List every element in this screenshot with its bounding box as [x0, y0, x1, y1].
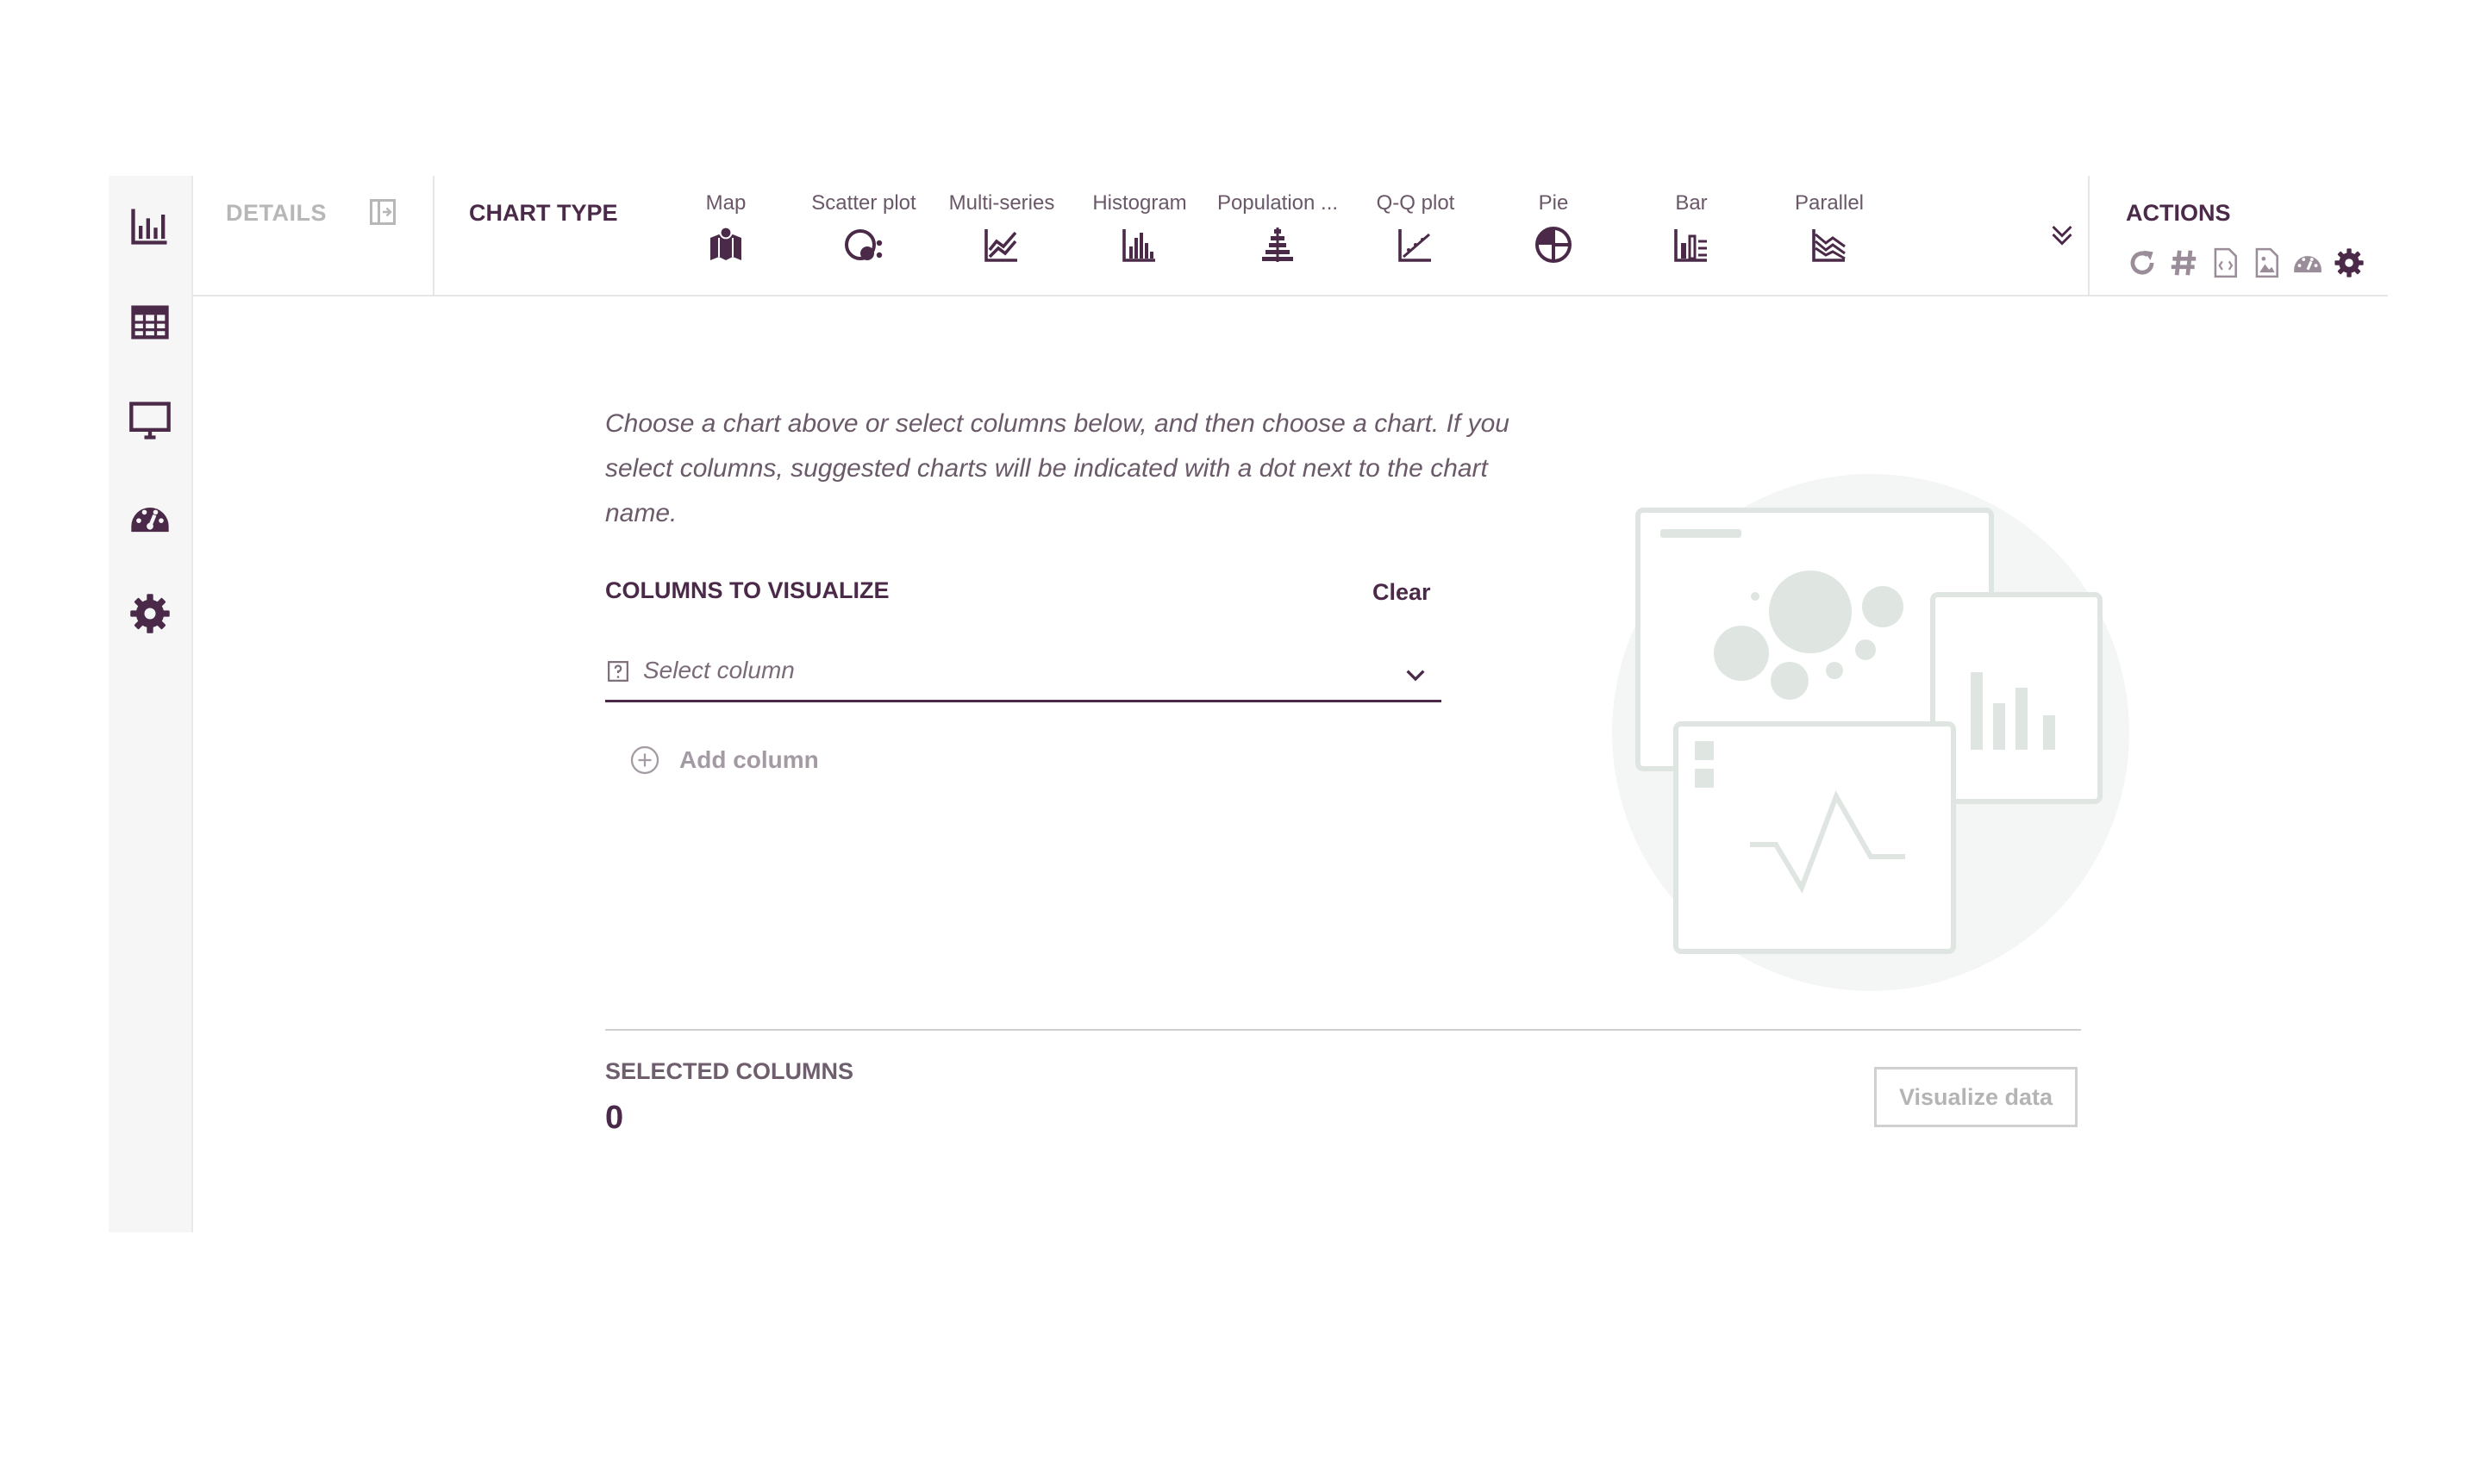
expand-panel-icon[interactable] — [367, 196, 398, 228]
chart-type-label-qq-plot: Q-Q plot — [1376, 191, 1455, 215]
columns-to-visualize-title: COLUMNS TO VISUALIZE — [605, 577, 890, 603]
intro-text: Choose a chart above or select columns b… — [605, 409, 1509, 527]
chart-type-multi-series[interactable]: Multi-series — [933, 191, 1071, 277]
details-panel-header: DETAILS — [191, 176, 434, 295]
unknown-type-icon — [608, 661, 628, 682]
toolbar: DETAILS CHART TYPE Map Scatter plot Mult… — [191, 176, 2388, 296]
chart-type-label-scatter: Scatter plot — [811, 191, 916, 215]
image-file-icon[interactable] — [2250, 246, 2283, 279]
map-icon — [710, 226, 741, 260]
app-root: DETAILS CHART TYPE Map Scatter plot Mult… — [0, 0, 2481, 1484]
dashboard-gauge-icon — [131, 508, 169, 533]
dashboard-icon[interactable] — [2291, 246, 2324, 279]
refresh-icon[interactable] — [2126, 246, 2159, 279]
settings-icon[interactable] — [2333, 246, 2365, 279]
chart-type-pie[interactable]: Pie — [1484, 191, 1622, 277]
add-column-label: Add column — [679, 746, 819, 773]
rail-item-charts[interactable] — [109, 191, 191, 260]
plus-circle-icon — [630, 745, 659, 775]
rail-item-monitor[interactable] — [109, 386, 191, 455]
chart-type-label-bar: Bar — [1675, 191, 1708, 215]
rail-item-dashboard[interactable] — [109, 484, 191, 553]
chart-type-label-population: Population ... — [1216, 191, 1339, 215]
chart-type-label: CHART TYPE — [469, 200, 618, 226]
chart-type-scatter[interactable]: Scatter plot — [795, 191, 933, 277]
pie-icon — [1535, 227, 1572, 263]
section-divider — [605, 1029, 2081, 1031]
monitor-icon — [129, 402, 171, 440]
selected-columns-title: SELECTED COLUMNS — [605, 1058, 854, 1084]
chevron-double-down-icon[interactable] — [2047, 219, 2078, 250]
chart-type-label-map: Map — [705, 191, 747, 215]
bar-chart-icon — [131, 209, 167, 245]
code-file-icon[interactable] — [2209, 246, 2241, 279]
multi-series-icon — [984, 229, 1017, 262]
details-label: DETAILS — [226, 200, 327, 226]
chart-type-label-multi-series: Multi-series — [948, 191, 1055, 215]
qq-plot-icon — [1398, 229, 1431, 262]
actions-label: ACTIONS — [2126, 200, 2231, 226]
chevron-down-icon — [1406, 670, 1425, 682]
visualize-data-button[interactable]: Visualize data — [1874, 1067, 2078, 1127]
left-rail — [109, 176, 193, 1232]
rail-item-settings[interactable] — [109, 579, 191, 648]
chart-type-map[interactable]: Map — [657, 191, 795, 277]
hash-icon[interactable] — [2167, 246, 2200, 279]
bar-icon — [1674, 229, 1707, 262]
chart-type-label-histogram: Histogram — [1092, 191, 1187, 215]
select-column-dropdown[interactable]: Select column — [605, 645, 1441, 702]
chart-type-histogram[interactable]: Histogram — [1071, 191, 1209, 277]
scatter-plot-icon — [845, 229, 883, 260]
chart-type-population[interactable]: Population ... — [1209, 191, 1347, 277]
parallel-icon — [1812, 229, 1846, 262]
chart-type-label-pie: Pie — [1538, 191, 1569, 215]
empty-state-illustration — [1612, 474, 2129, 991]
clear-button[interactable]: Clear — [1372, 579, 1431, 606]
chart-type-bar[interactable]: Bar — [1622, 191, 1760, 277]
select-column-placeholder: Select column — [643, 657, 795, 683]
gear-icon — [130, 594, 170, 633]
chart-type-qq-plot[interactable]: Q-Q plot — [1347, 191, 1484, 277]
actions-panel: ACTIONS — [2088, 176, 2390, 295]
chart-type-label-parallel: Parallel — [1794, 191, 1865, 215]
population-pyramid-icon — [1262, 228, 1293, 262]
rail-item-table[interactable] — [109, 288, 191, 357]
chart-type-parallel[interactable]: Parallel — [1760, 191, 1898, 277]
selected-columns-count: 0 — [605, 1100, 624, 1136]
add-column-button[interactable]: Add column — [629, 739, 819, 781]
table-icon — [131, 305, 169, 340]
histogram-icon — [1122, 229, 1155, 262]
